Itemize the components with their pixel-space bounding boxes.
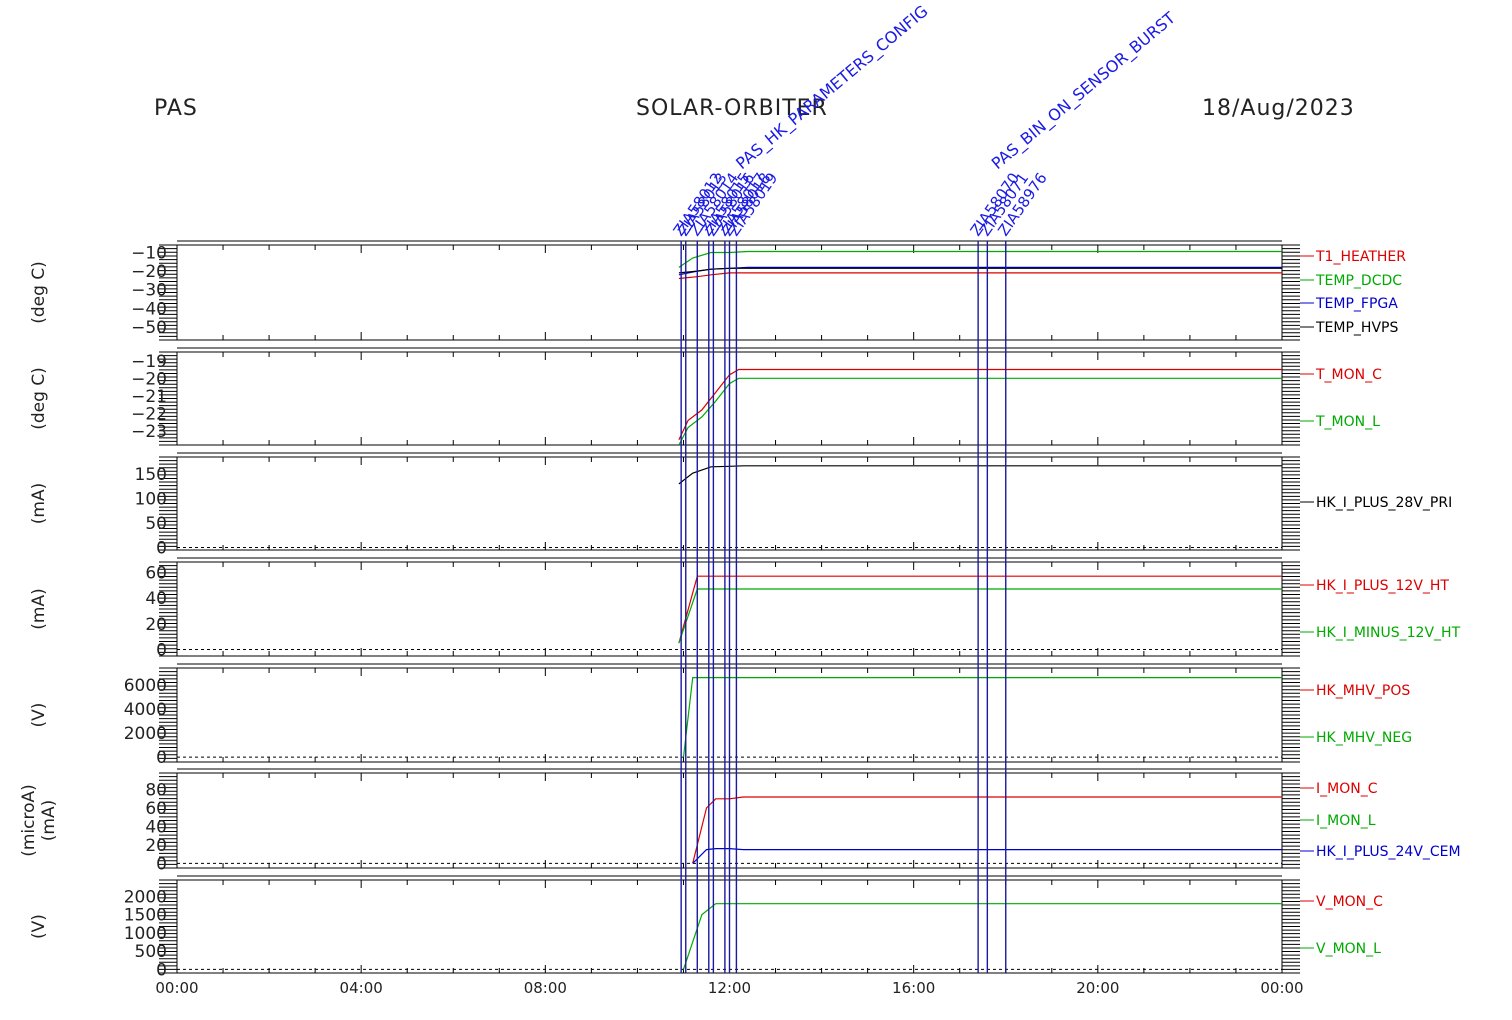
- legend-label: HK_MHV_NEG: [1316, 730, 1412, 746]
- x-tick-label: 04:00: [340, 979, 383, 997]
- legend-label: I_MON_L: [1316, 813, 1376, 829]
- y-tick-label: 20: [145, 615, 167, 635]
- y-tick-label: −30: [131, 281, 167, 301]
- legend-label: I_MON_C: [1316, 781, 1378, 797]
- y-tick-label: 1500: [124, 906, 167, 926]
- legend-label: V_MON_L: [1316, 941, 1381, 957]
- series-line-hk-i-minus-12v-ht: [678, 588, 1282, 644]
- y-tick-label: −23: [131, 422, 167, 442]
- series-line-v-mon-l: [682, 903, 1282, 970]
- y-tick-label: 500: [135, 942, 167, 962]
- series-line-hk-i-plus-28v-pri: [678, 465, 1282, 485]
- y-axis-label: (V): [29, 914, 49, 939]
- y-axis-label: (mA): [29, 588, 49, 629]
- legend-label: T1_HEATHER: [1315, 249, 1406, 265]
- legend-label: HK_MHV_POS: [1316, 683, 1410, 699]
- series-line-temp-hvps: [678, 267, 1282, 274]
- legend-label: V_MON_C: [1316, 894, 1383, 910]
- y-tick-label: 0: [156, 748, 167, 768]
- y-tick-label: 150: [135, 465, 167, 485]
- legend-label: HK_I_MINUS_12V_HT: [1316, 625, 1461, 641]
- legend-label: HK_I_PLUS_12V_HT: [1316, 578, 1449, 594]
- legend-label: T_MON_L: [1315, 414, 1380, 430]
- x-tick-label: 16:00: [892, 979, 935, 997]
- legend-label: TEMP_DCDC: [1315, 273, 1402, 289]
- y-axis-label: (mA): [29, 483, 49, 524]
- legend-label: T_MON_C: [1315, 367, 1382, 383]
- y-tick-label: 60: [145, 563, 167, 583]
- y-tick-label: 80: [145, 781, 167, 801]
- event-group-label: PAS_BIN_ON_SENSOR_BURST: [988, 8, 1180, 174]
- series-line-temp-dcdc: [678, 250, 1282, 268]
- y-axis-label: (deg C): [29, 367, 49, 430]
- y-tick-label: −50: [131, 318, 167, 338]
- y-tick-label: −10: [131, 243, 167, 263]
- y-tick-label: −40: [131, 299, 167, 319]
- x-tick-label: 00:00: [1260, 979, 1303, 997]
- legend-label: TEMP_FPGA: [1315, 296, 1398, 312]
- x-tick-label: 08:00: [524, 979, 567, 997]
- legend-label: HK_I_PLUS_24V_CEM: [1316, 844, 1461, 860]
- legend-label: TEMP_HVPS: [1315, 320, 1398, 336]
- legend-label: HK_I_PLUS_28V_PRI: [1316, 495, 1452, 511]
- y-axis-label: (microA): [19, 784, 39, 857]
- y-tick-label: 0: [156, 641, 167, 661]
- series-line-t1-heather: [678, 272, 1282, 280]
- x-tick-label: 00:00: [155, 979, 198, 997]
- y-tick-label: 40: [145, 817, 167, 837]
- y-tick-label: 1000: [124, 924, 167, 944]
- y-tick-label: 6000: [124, 676, 167, 696]
- y-tick-label: 4000: [124, 700, 167, 720]
- y-tick-label: 40: [145, 589, 167, 609]
- series-line-t-mon-l: [678, 377, 1282, 446]
- y-axis-label: (deg C): [29, 261, 49, 324]
- series-line-hk-mhv-neg: [682, 677, 1282, 758]
- y-tick-label: 0: [156, 960, 167, 980]
- x-tick-label: 20:00: [1076, 979, 1119, 997]
- y-axis-label: (mA): [39, 800, 59, 841]
- y-axis-label: (V): [29, 703, 49, 728]
- y-tick-label: 2000: [124, 887, 167, 907]
- series-line-t-mon-c: [678, 368, 1282, 440]
- y-tick-label: 20: [145, 836, 167, 856]
- series-line-hk-i-plus-12v-ht: [678, 575, 1282, 644]
- y-tick-label: 0: [156, 854, 167, 874]
- y-tick-label: 100: [135, 490, 167, 510]
- event-group-label: PAS_HK_PARAMETERS_CONFIG: [732, 1, 932, 173]
- y-tick-label: 2000: [124, 724, 167, 744]
- y-tick-label: −20: [131, 262, 167, 282]
- y-tick-label: 60: [145, 799, 167, 819]
- x-tick-label: 12:00: [708, 979, 751, 997]
- housekeeping-chart: −10−20−30−40−50 (deg C) T1_HEATHER TEMP_DCD…: [19, 1, 1461, 997]
- y-tick-label: 50: [145, 514, 167, 534]
- y-tick-label: 0: [156, 539, 167, 559]
